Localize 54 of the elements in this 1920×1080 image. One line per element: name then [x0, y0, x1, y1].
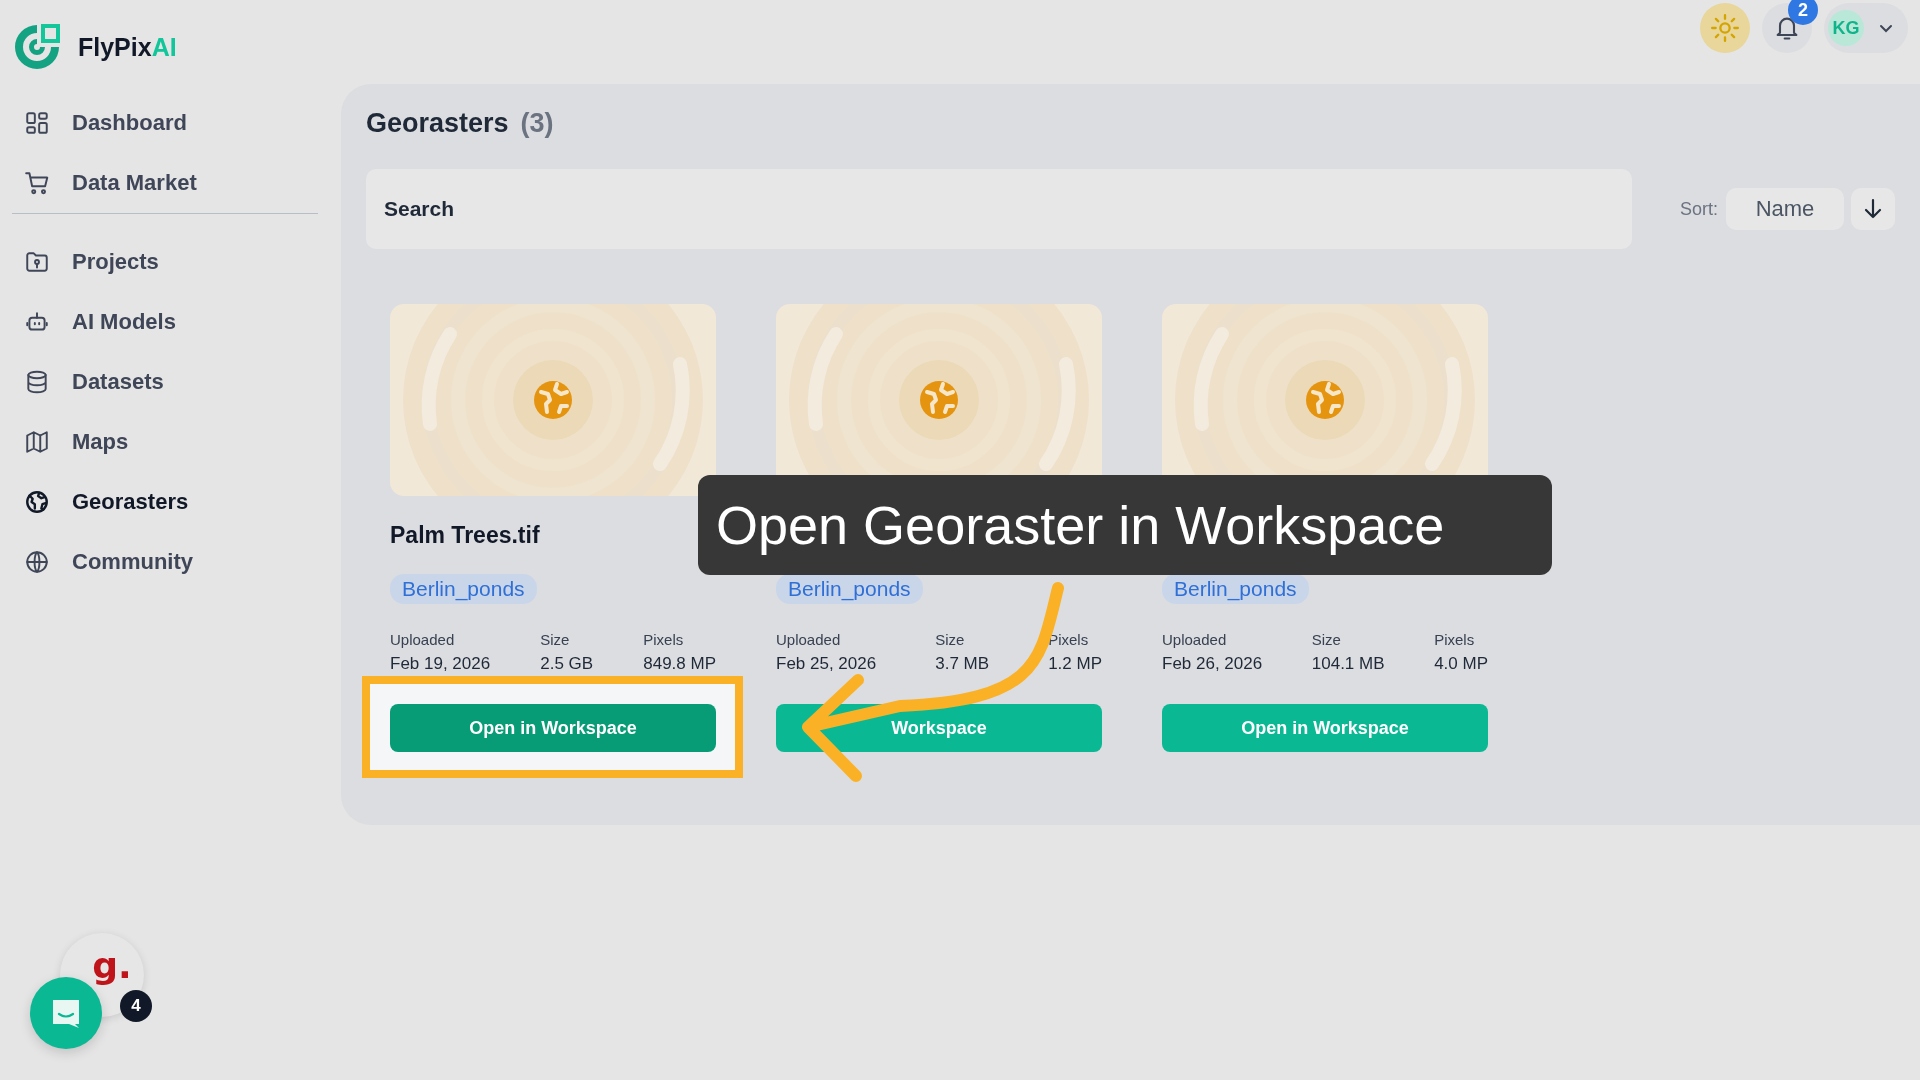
- project-tag: Berlin_ponds: [1162, 574, 1309, 604]
- map-icon: [24, 429, 50, 455]
- meta-value: 2.5 GB: [540, 654, 594, 674]
- meta-value: Feb 19, 2026: [390, 654, 491, 674]
- globe-icon: [919, 380, 959, 420]
- globe-icon: [24, 549, 50, 575]
- page-title: Georasters: [366, 108, 509, 139]
- meta-label: Pixels: [1434, 631, 1476, 648]
- theme-toggle[interactable]: [1700, 3, 1750, 53]
- meta-label: Uploaded: [390, 631, 456, 648]
- sidebar-item[interactable]: Maps: [12, 412, 318, 472]
- earth-icon: [24, 489, 50, 515]
- sidebar-item[interactable]: Georasters: [12, 472, 318, 532]
- meta-value: Feb 26, 2026: [1162, 654, 1263, 674]
- meta-value: 3.7 MB: [935, 654, 990, 674]
- sidebar-item[interactable]: Projects: [12, 232, 318, 292]
- database-icon: [24, 369, 50, 395]
- sidebar-item[interactable]: Data Market: [12, 153, 318, 213]
- sidebar-item[interactable]: Dashboard: [12, 93, 318, 153]
- user-avatar: KG: [1828, 10, 1864, 46]
- sort-dropdown[interactable]: Name: [1726, 188, 1844, 230]
- project-tag: Berlin_ponds: [776, 574, 923, 604]
- meta-label: Uploaded: [1162, 631, 1228, 648]
- sidebar-item[interactable]: Community: [12, 532, 318, 592]
- sun-icon: [1711, 14, 1739, 42]
- sort-direction-button[interactable]: [1851, 188, 1895, 230]
- unread-badge: 4: [120, 990, 152, 1022]
- search-field[interactable]: Search: [366, 169, 1632, 249]
- sort-label: Sort:: [1680, 198, 1718, 220]
- dashboard-icon: [24, 110, 50, 136]
- meta-label: Size: [935, 631, 966, 648]
- sidebar-item[interactable]: Datasets: [12, 352, 318, 412]
- tooltip: Open Georaster in Workspace: [698, 475, 1552, 575]
- meta-value: 849.8 MP: [643, 654, 716, 674]
- meta-value: 104.1 MB: [1311, 654, 1385, 674]
- logo-icon: [12, 22, 62, 72]
- meta-label: Size: [540, 631, 571, 648]
- cart-icon: [24, 170, 50, 196]
- meta-label: Uploaded: [776, 631, 842, 648]
- meta-value: Feb 25, 2026: [776, 654, 877, 674]
- notification-count: 2: [1788, 0, 1818, 25]
- meta-label: Size: [1311, 631, 1342, 648]
- brand-name: FlyPixAI: [78, 32, 177, 62]
- globe-icon: [1305, 380, 1345, 420]
- meta-value: 1.2 MP: [1048, 654, 1102, 674]
- meta-value: 4.0 MP: [1434, 654, 1488, 674]
- g-widget[interactable]: g.: [92, 948, 132, 984]
- sidebar-item[interactable]: AI Models: [12, 292, 318, 352]
- project-tag: Berlin_ponds: [390, 574, 537, 604]
- meta-label: Pixels: [643, 631, 685, 648]
- folder-icon: [24, 249, 50, 275]
- item-count: (3): [520, 108, 554, 139]
- file-name: Palm Trees.tif: [390, 521, 540, 549]
- globe-icon: [533, 380, 573, 420]
